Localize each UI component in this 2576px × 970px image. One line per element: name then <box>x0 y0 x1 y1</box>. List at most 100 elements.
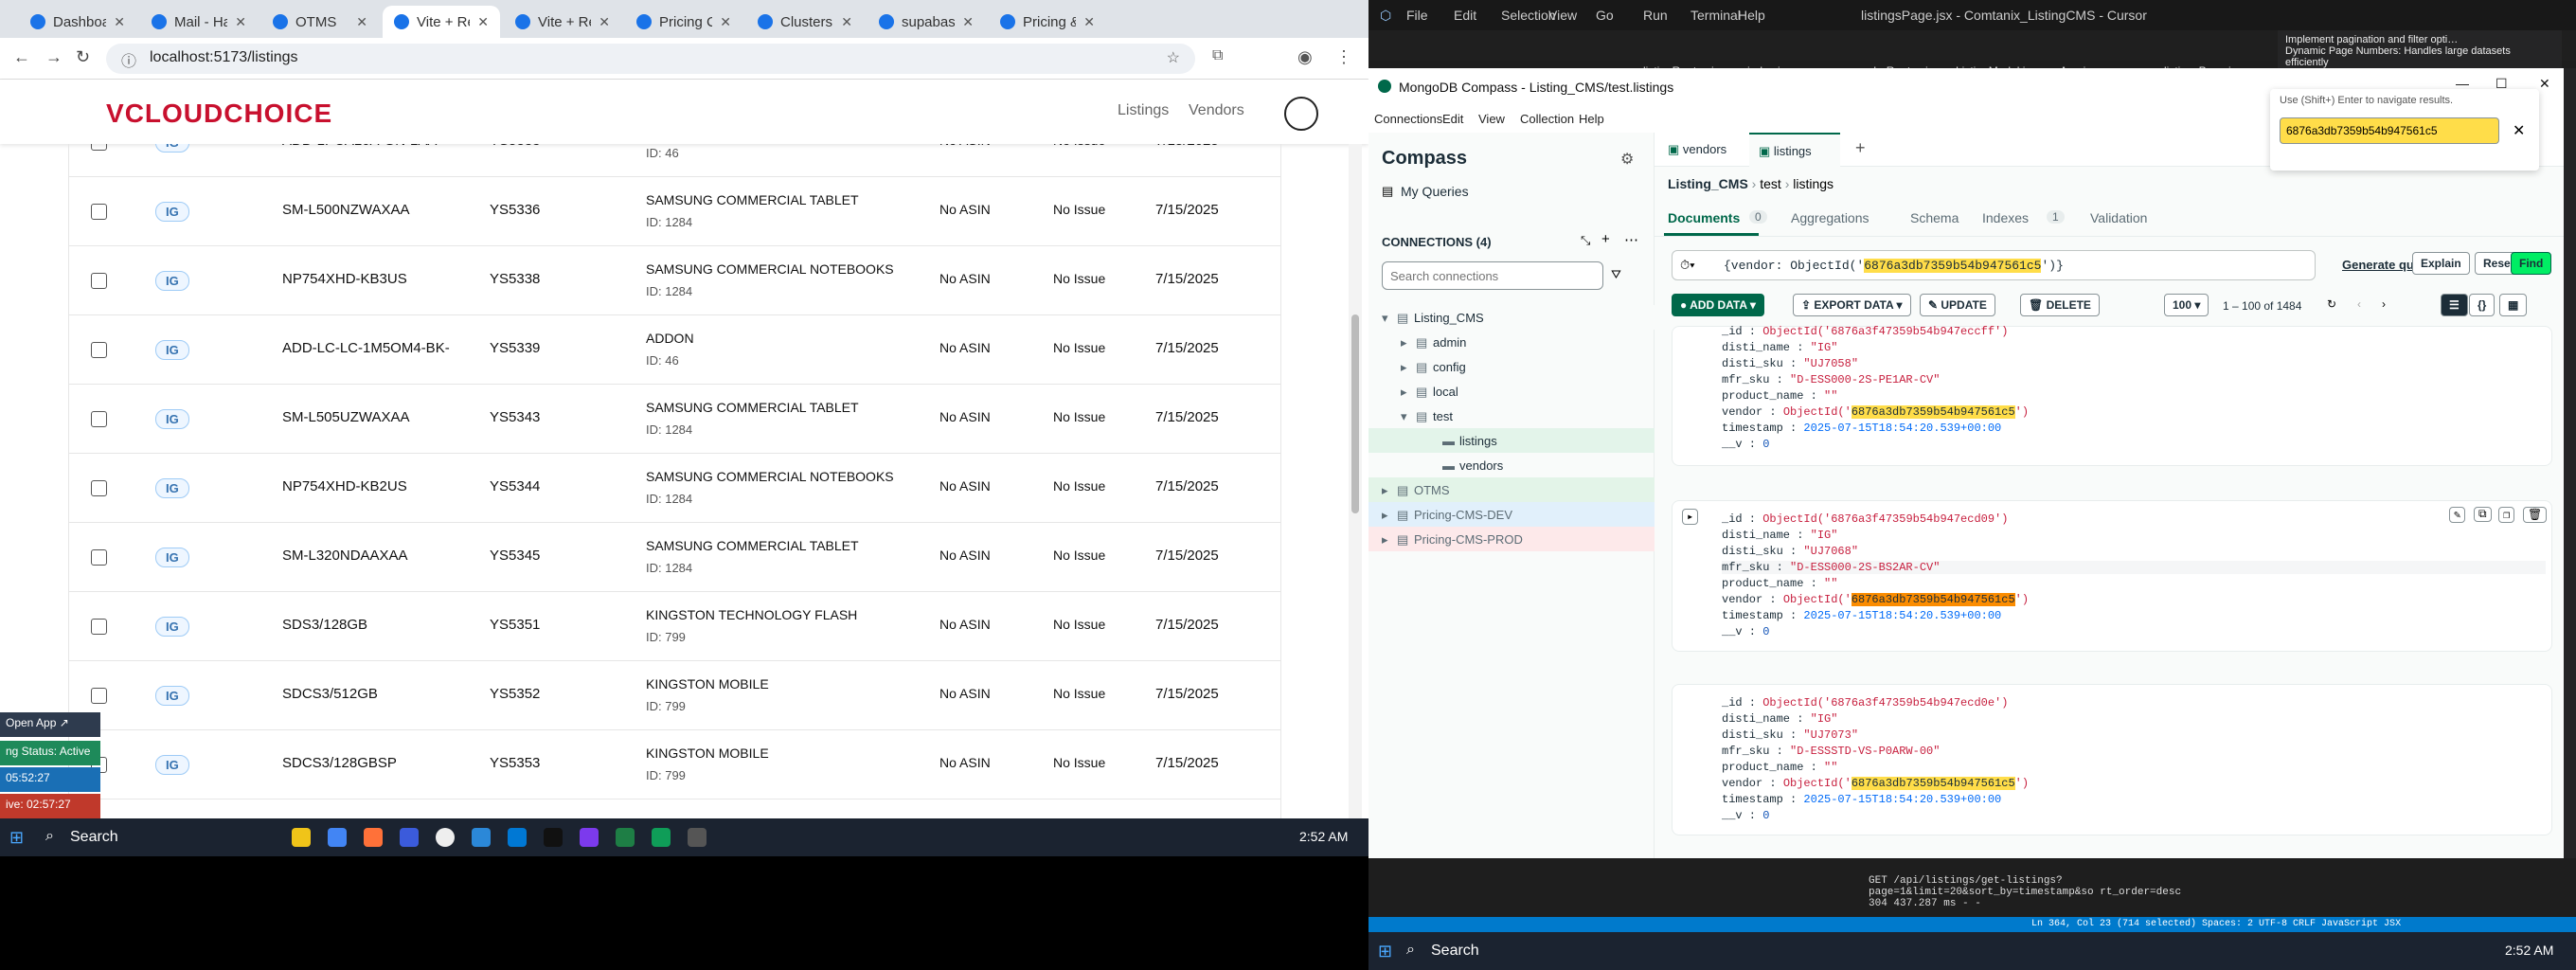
onenote-icon[interactable] <box>580 828 599 847</box>
add-connection-icon[interactable]: + <box>1601 231 1610 247</box>
query-history-icon[interactable]: ⏱▾ <box>1680 258 1695 273</box>
find-input[interactable] <box>2280 117 2499 144</box>
my-queries-link[interactable]: My Queries <box>1401 184 1469 199</box>
firefox-icon[interactable] <box>364 828 383 847</box>
cursor-menu-item[interactable]: View <box>1548 8 1577 23</box>
back-icon[interactable]: ← <box>13 47 30 67</box>
tree-caret-icon[interactable]: ▸ <box>1401 385 1407 400</box>
row-checkbox[interactable] <box>91 549 107 566</box>
tree-caret-icon[interactable]: ▸ <box>1382 508 1388 523</box>
cursor-menu-item[interactable]: File <box>1406 8 1428 23</box>
document-card[interactable]: _id : ObjectId('6876a3f47359b54b947ecd0e… <box>1672 684 2552 835</box>
taskbar-search-icon-2[interactable]: ⌕ <box>1406 942 1415 959</box>
subtab-validation[interactable]: Validation <box>2090 210 2147 225</box>
menu-icon[interactable]: ⋮ <box>1335 47 1352 67</box>
tree-caret-icon[interactable]: ▾ <box>1382 311 1388 326</box>
compass-menu-item[interactable]: Collection <box>1520 112 1574 126</box>
excel-icon[interactable] <box>616 828 635 847</box>
tree-label[interactable]: local <box>1433 385 1458 399</box>
cursor-icon[interactable] <box>436 828 455 847</box>
vscode-icon[interactable] <box>508 828 527 847</box>
tab-vendors[interactable]: ▣ vendors <box>1668 142 1726 157</box>
browser-tab[interactable]: OTMS ✕ <box>261 6 379 38</box>
tab-close-icon[interactable]: ✕ <box>235 14 246 30</box>
browser-tab[interactable]: Clusters | C… ✕ <box>746 6 864 38</box>
tree-node[interactable]: ▸ ▤ Pricing-CMS-DEV <box>1368 502 1655 527</box>
tab-listings[interactable]: ▣ listings <box>1749 133 1840 167</box>
tree-node[interactable]: ▸ ▤ Pricing-CMS-PROD <box>1368 527 1655 551</box>
filter-icon[interactable]: ⛛ <box>1611 267 1621 282</box>
tree-node[interactable]: ▾ ▤ test <box>1368 404 1655 428</box>
tree-node[interactable]: ▸ ▤ local <box>1368 379 1655 404</box>
cursor-menu-item[interactable]: Selection <box>1501 8 1556 23</box>
compass-menu-item[interactable]: Help <box>1579 112 1604 126</box>
list-view-icon[interactable]: ☰ <box>2441 294 2468 316</box>
tab-close-icon[interactable]: ✕ <box>962 14 974 30</box>
close-icon[interactable]: ✕ <box>2539 76 2550 92</box>
table-view-icon[interactable]: ▦ <box>2499 294 2528 316</box>
expand-doc-icon[interactable]: ▸ <box>1682 509 1699 525</box>
tree-label[interactable]: Pricing-CMS-PROD <box>1414 532 1523 547</box>
prev-page-icon[interactable]: ‹ <box>2357 297 2361 311</box>
export-data-button[interactable]: ⇪ EXPORT DATA ▾ <box>1793 294 1911 316</box>
tree-node[interactable]: ▾ ▤ Listing_CMS <box>1368 305 1655 330</box>
crumb-listings[interactable]: listings <box>1793 176 1834 191</box>
taskbar-search[interactable]: Search <box>70 829 118 846</box>
find-button[interactable]: Find <box>2511 252 2552 275</box>
cursor-menu-item[interactable]: Go <box>1596 8 1614 23</box>
tab-close-icon[interactable]: ✕ <box>114 14 125 30</box>
cursor-menu-item[interactable]: Edit <box>1454 8 1476 23</box>
row-checkbox[interactable] <box>91 619 107 635</box>
crumb-test[interactable]: test <box>1760 176 1781 191</box>
next-page-icon[interactable]: › <box>2382 297 2386 311</box>
tree-label[interactable]: OTMS <box>1414 483 1450 497</box>
cursor-menu-item[interactable]: Run <box>1643 8 1668 23</box>
taskbar-search-icon[interactable]: ⌕ <box>45 828 54 845</box>
row-checkbox[interactable] <box>91 342 107 358</box>
tree-node[interactable]: ▸ ▤ admin <box>1368 330 1655 354</box>
cloudchoice-logo[interactable]: VCLOUDCHOICE <box>106 99 332 129</box>
collapse-icon[interactable]: ⤡ <box>1581 233 1590 248</box>
tab-close-icon[interactable]: ✕ <box>599 14 610 30</box>
windows-start-icon-2[interactable]: ⊞ <box>1378 942 1392 961</box>
subtab-indexes[interactable]: Indexes <box>1982 210 2029 225</box>
subtab-schema[interactable]: Schema <box>1910 210 1959 225</box>
settings-gear-icon[interactable]: ⚙ <box>1620 150 1634 169</box>
search-connections-input[interactable] <box>1382 261 1603 290</box>
tree-label[interactable]: Listing_CMS <box>1414 311 1484 325</box>
document-card[interactable]: _id : ObjectId('6876a3f47359b54b947eccff… <box>1672 325 2552 466</box>
cursor-menu-item[interactable]: Help <box>1738 8 1765 23</box>
subtab-aggregations[interactable]: Aggregations <box>1791 210 1869 225</box>
tree-label[interactable]: listings <box>1459 434 1497 448</box>
profile-icon[interactable]: ◉ <box>1297 47 1313 67</box>
page-scrollbar[interactable] <box>1349 144 1362 818</box>
tree-node[interactable]: ▬ vendors <box>1368 453 1655 477</box>
find-close-icon[interactable]: ✕ <box>2513 121 2525 140</box>
site-info-icon[interactable]: ⓘ <box>121 48 136 71</box>
nav-listings[interactable]: Listings <box>1118 102 1169 119</box>
user-avatar-icon[interactable] <box>1284 97 1318 131</box>
compass-menu-item[interactable]: View <box>1478 112 1505 126</box>
cursor-menu-item[interactable]: Terminal <box>1690 8 1741 23</box>
tree-caret-icon[interactable]: ▸ <box>1382 532 1388 548</box>
url-input[interactable]: ⓘ localhost:5173/listings ☆ <box>106 44 1195 74</box>
crumb-db[interactable]: Listing_CMS <box>1668 176 1748 191</box>
compass-menu-item[interactable]: Edit <box>1442 112 1463 126</box>
tree-caret-icon[interactable]: ▸ <box>1401 335 1407 350</box>
tree-node[interactable]: ▸ ▤ OTMS <box>1368 477 1655 502</box>
row-checkbox[interactable] <box>91 688 107 704</box>
tree-label[interactable]: admin <box>1433 335 1466 350</box>
file-explorer-icon[interactable] <box>292 828 311 847</box>
query-filter-text[interactable]: {vendor: ObjectId('6876a3db7359b54b94756… <box>1724 259 2064 273</box>
bookmark-star-icon[interactable]: ☆ <box>1167 48 1180 67</box>
app-icon[interactable] <box>400 828 419 847</box>
new-tab-icon[interactable]: + <box>1855 138 1866 158</box>
browser-tab[interactable]: supabase p… ✕ <box>868 6 985 38</box>
row-checkbox[interactable] <box>91 273 107 289</box>
query-bar[interactable]: ⏱▾ {vendor: ObjectId('6876a3db7359b54b94… <box>1672 250 2316 280</box>
tab-close-icon[interactable]: ✕ <box>356 14 367 30</box>
tree-caret-icon[interactable]: ▸ <box>1382 483 1388 498</box>
compass-menu-item[interactable]: Connections <box>1374 112 1442 126</box>
page-size-select[interactable]: 100 ▾ <box>2164 294 2209 316</box>
browser-tab[interactable]: Dashboard ✕ <box>19 6 136 38</box>
